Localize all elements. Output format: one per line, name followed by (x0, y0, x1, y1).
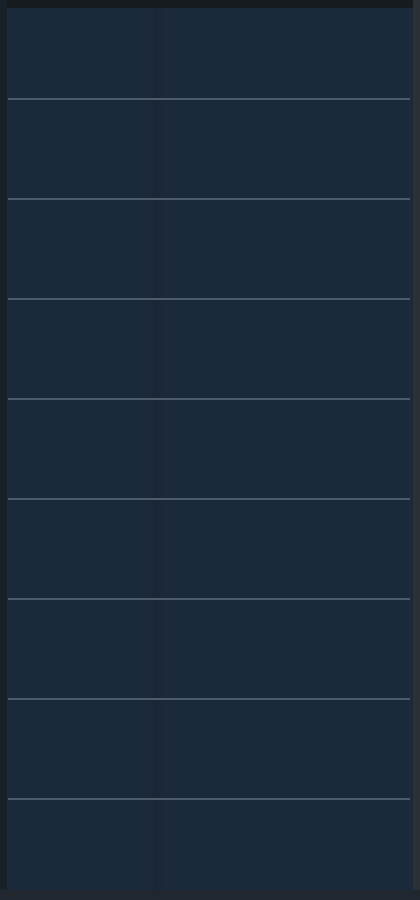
window-top-border (0, 0, 420, 8)
window-right-border (413, 0, 420, 900)
list-item[interactable] (7, 700, 411, 800)
list-item[interactable] (7, 500, 411, 600)
list-item[interactable] (7, 300, 411, 400)
list-item[interactable] (7, 600, 411, 700)
list-item[interactable] (7, 400, 411, 500)
empty-list-panel (7, 8, 413, 890)
app-window (0, 0, 420, 900)
window-left-border (0, 0, 7, 900)
list-item[interactable] (7, 800, 411, 890)
list-item[interactable] (7, 8, 411, 108)
list-item[interactable] (7, 100, 411, 200)
window-bottom-border (0, 890, 420, 900)
list-item[interactable] (7, 200, 411, 300)
